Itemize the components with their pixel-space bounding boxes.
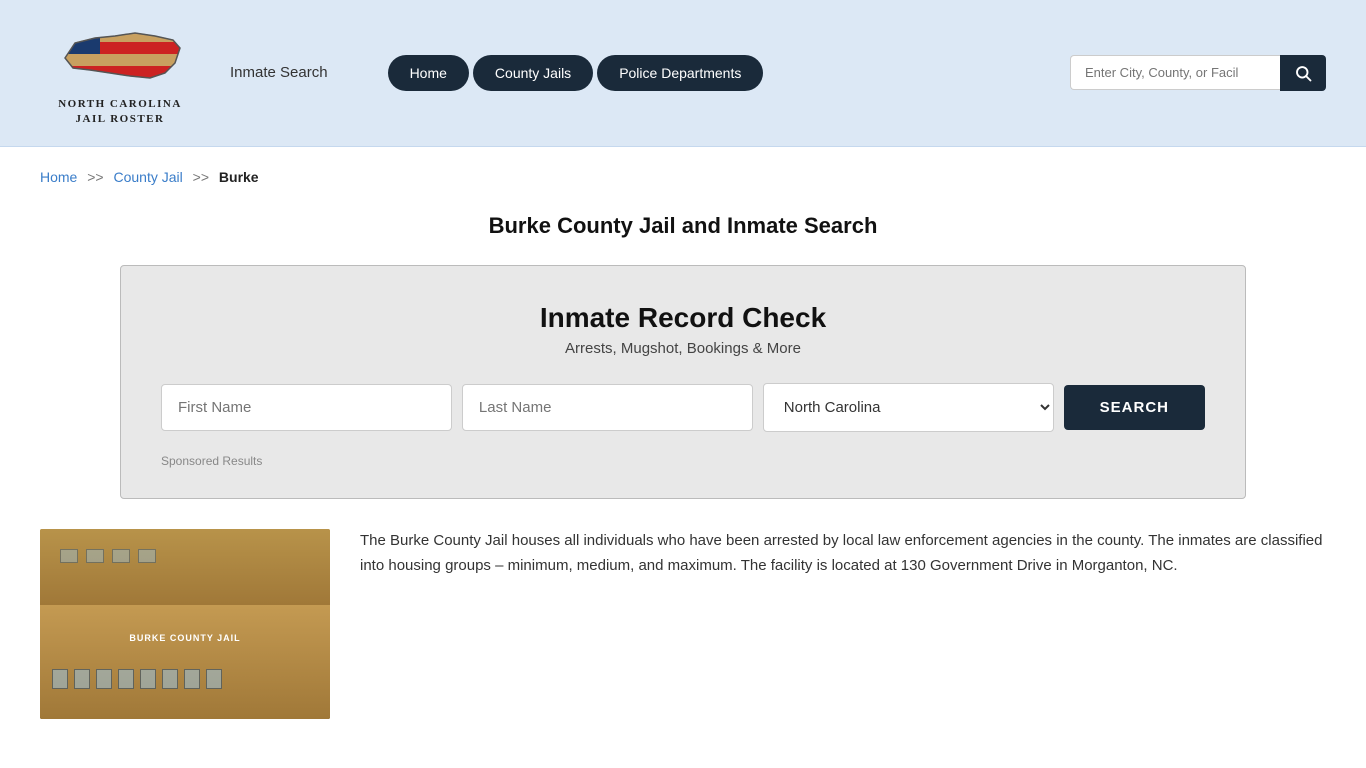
- nav-home-button[interactable]: Home: [388, 55, 469, 91]
- jail-image: [40, 529, 330, 719]
- first-name-input[interactable]: [161, 384, 452, 431]
- state-select[interactable]: North Carolina: [763, 383, 1054, 432]
- breadcrumb-sep1: >>: [87, 169, 103, 185]
- header-search-input[interactable]: [1070, 55, 1280, 90]
- nav-police-departments-button[interactable]: Police Departments: [597, 55, 763, 91]
- logo-area: ★ NORTH CAROLINA JAIL ROSTER: [40, 18, 200, 128]
- header-search-button[interactable]: [1280, 55, 1326, 91]
- logo-text: NORTH CAROLINA JAIL ROSTER: [58, 97, 182, 128]
- header: ★ NORTH CAROLINA JAIL ROSTER Inmate Sear…: [0, 0, 1366, 147]
- breadcrumb-sep2: >>: [193, 169, 209, 185]
- inmate-search-form: North Carolina SEARCH: [161, 383, 1205, 432]
- description-text: The Burke County Jail houses all individ…: [360, 529, 1326, 579]
- logo-image: ★: [55, 18, 185, 93]
- record-check-box: Inmate Record Check Arrests, Mugshot, Bo…: [120, 265, 1246, 499]
- page-title: Burke County Jail and Inmate Search: [0, 213, 1366, 239]
- breadcrumb-county-jail-link[interactable]: County Jail: [114, 169, 183, 185]
- record-check-subtitle: Arrests, Mugshot, Bookings & More: [161, 340, 1205, 357]
- header-search-area: [1070, 55, 1326, 91]
- nav-county-jails-button[interactable]: County Jails: [473, 55, 593, 91]
- main-nav: Home County Jails Police Departments: [388, 55, 764, 91]
- record-check-title: Inmate Record Check: [161, 302, 1205, 334]
- breadcrumb-current: Burke: [219, 169, 259, 185]
- breadcrumb-home-link[interactable]: Home: [40, 169, 77, 185]
- breadcrumb: Home >> County Jail >> Burke: [0, 147, 1366, 195]
- last-name-input[interactable]: [462, 384, 753, 431]
- search-icon: [1294, 64, 1312, 82]
- inmate-search-button[interactable]: SEARCH: [1064, 385, 1205, 430]
- inmate-search-label: Inmate Search: [230, 64, 328, 81]
- sponsored-results-label: Sponsored Results: [161, 454, 1205, 468]
- description-section: The Burke County Jail houses all individ…: [40, 529, 1326, 719]
